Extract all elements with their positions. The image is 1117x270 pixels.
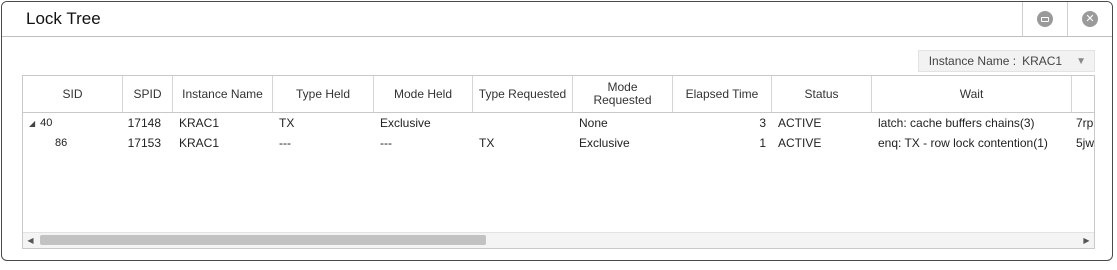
column-header-type-requested[interactable]: Type Requested: [473, 76, 573, 112]
grid-header: SID SPID Instance Name Type Held Mode He…: [23, 76, 1094, 113]
column-header-wait[interactable]: Wait: [872, 76, 1072, 112]
cell-spid: 17153: [127, 136, 161, 150]
close-button[interactable]: ✕: [1067, 2, 1112, 36]
cell-extra: 7rp: [1076, 116, 1094, 130]
minimize-icon: [1037, 11, 1053, 27]
column-header-status[interactable]: Status: [772, 76, 872, 112]
cell-spid: 17148: [127, 116, 161, 130]
cell-elapsed-time: 1: [759, 136, 766, 150]
instance-name-select[interactable]: Instance Name : KRAC1 ▼: [917, 50, 1095, 72]
cell-mode-held: Exclusive: [380, 116, 431, 130]
dropdown-arrow-icon: ▼: [1076, 55, 1086, 67]
cell-instance-name: KRAC1: [179, 116, 220, 130]
table-row[interactable]: ◢ 40 17148 KRAC1 TX Exclusive None 3 ACT…: [23, 113, 1094, 133]
column-header-mode-requested[interactable]: Mode Requested: [573, 76, 673, 112]
cell-mode-requested: None: [579, 116, 608, 130]
column-header-extra[interactable]: [1072, 76, 1094, 112]
minimize-button[interactable]: [1022, 2, 1067, 36]
cell-type-held: TX: [279, 116, 295, 130]
instance-name-label: Instance Name :: [928, 54, 1017, 68]
scrollbar-thumb[interactable]: [40, 235, 486, 245]
instance-name-value: KRAC1: [1022, 54, 1063, 68]
cell-status: ACTIVE: [778, 116, 822, 130]
cell-sid: 86: [23, 133, 123, 153]
column-header-elapsed-time[interactable]: Elapsed Time: [673, 76, 772, 112]
cell-instance-name: KRAC1: [179, 136, 220, 150]
table-row[interactable]: 86 17153 KRAC1 --- --- TX Exclusive 1 AC…: [23, 133, 1095, 153]
column-header-sid[interactable]: SID: [23, 76, 123, 112]
column-header-mode-held[interactable]: Mode Held: [374, 76, 473, 112]
cell-type-requested: [473, 113, 573, 133]
title-bar: Lock Tree ✕: [2, 2, 1112, 37]
close-icon: ✕: [1082, 11, 1098, 27]
column-header-mode-requested-label: Mode Requested: [593, 80, 652, 107]
window-title: Lock Tree: [26, 9, 101, 28]
cell-wait: enq: TX - row lock contention(1): [878, 136, 1048, 150]
scroll-left-icon[interactable]: ◀: [23, 233, 38, 248]
lock-tree-window: Lock Tree ✕ Instance Name : KRAC1 ▼ SID …: [1, 1, 1113, 261]
cell-type-requested: TX: [479, 136, 495, 150]
cell-wait: latch: cache buffers chains(3): [878, 116, 1035, 130]
tree-expand-icon[interactable]: ◢: [29, 119, 35, 128]
column-header-type-held[interactable]: Type Held: [273, 76, 374, 112]
cell-elapsed-time: 3: [759, 116, 766, 130]
horizontal-scrollbar[interactable]: ◀ ▶: [23, 232, 1094, 248]
column-header-instance-name[interactable]: Instance Name: [173, 76, 273, 112]
cell-extra: 5jw: [1076, 136, 1095, 150]
cell-mode-held: ---: [380, 136, 392, 150]
cell-type-held: ---: [279, 136, 291, 150]
column-header-spid[interactable]: SPID: [123, 76, 173, 112]
cell-mode-requested: Exclusive: [579, 136, 630, 150]
scroll-right-icon[interactable]: ▶: [1079, 233, 1094, 248]
cell-sid: ◢ 40: [23, 113, 123, 133]
sid-value: 86: [55, 137, 68, 149]
lock-tree-grid: SID SPID Instance Name Type Held Mode He…: [22, 75, 1095, 249]
cell-status: ACTIVE: [778, 136, 822, 150]
sid-value: 40: [40, 117, 53, 129]
